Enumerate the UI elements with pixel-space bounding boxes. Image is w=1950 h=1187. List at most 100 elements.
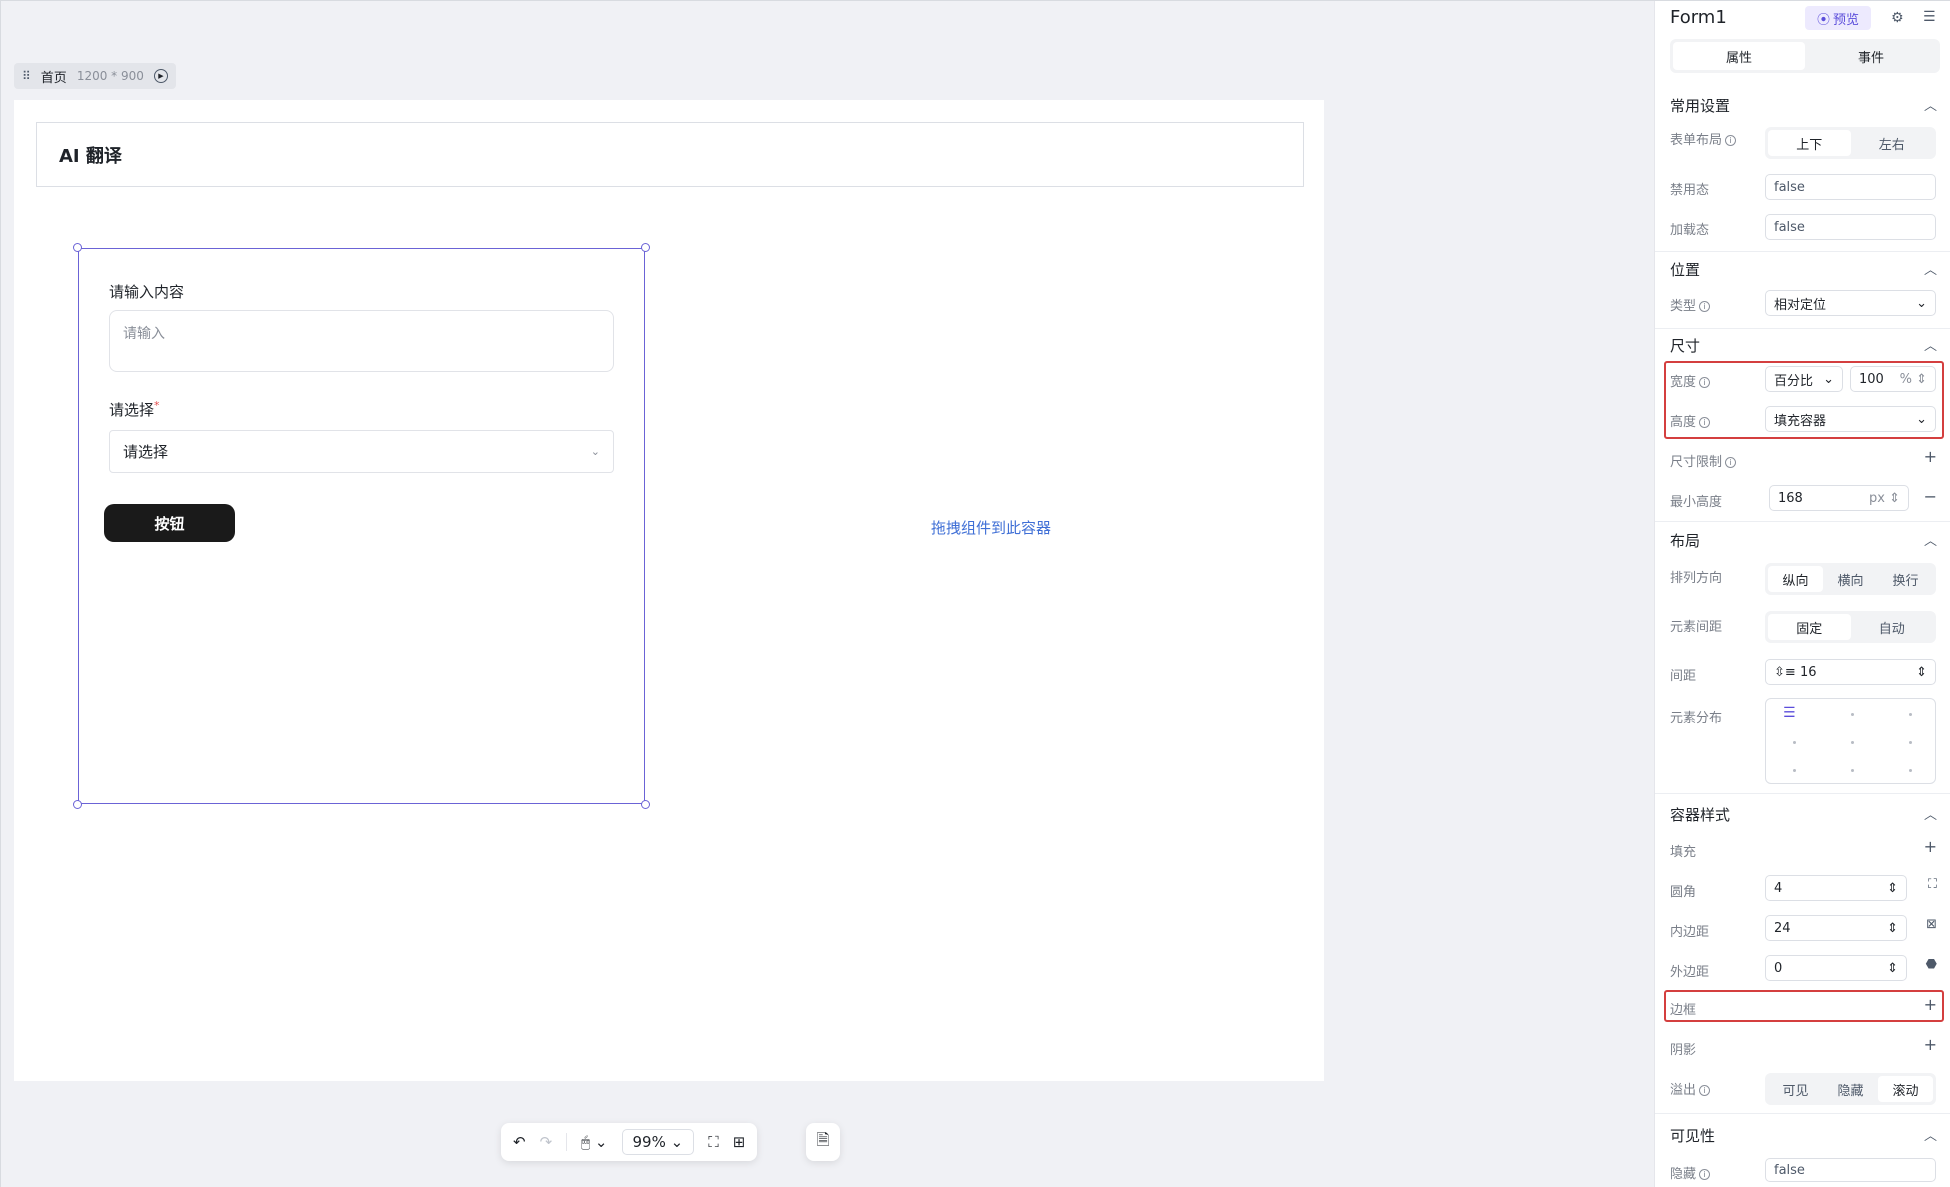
field2-label-text: 请选择 [109,401,155,419]
align-dot[interactable] [1909,741,1912,744]
height-label-text: 高度 [1670,415,1697,430]
redo-icon[interactable]: ↷ [540,1133,553,1151]
tab-events[interactable]: 事件 [1805,42,1937,70]
properties-panel: Form1 ⦿ 预览 ⚙ ☰ 属性 事件 常用设置 ︿ 表单布局 i 上下 左右 禁… [1654,1,1950,1187]
disabled-input[interactable]: false [1765,174,1936,200]
settings-icon[interactable]: ⚙ [1891,10,1904,26]
min-height-value: 168 [1778,490,1803,506]
chevron-up-icon[interactable]: ︿ [1924,530,1937,549]
padding-sides-icon[interactable]: ⊠ [1926,917,1937,932]
stepper-icon[interactable]: ⇕ [1887,881,1898,896]
padding-input[interactable]: 24 ⇕ [1765,915,1907,941]
loading-input[interactable]: false [1765,214,1936,240]
align-dot[interactable] [1793,741,1796,744]
fit-screen-icon[interactable]: ⛶ [708,1133,719,1151]
page-tab[interactable]: ⠿ 首页 1200 * 900 ▶ [14,63,176,89]
layout-vertical-option[interactable]: 上下 [1768,130,1851,156]
resize-handle-bl[interactable] [73,800,82,809]
align-dot[interactable] [1909,769,1912,772]
margin-sides-icon[interactable]: ⬣ [1926,957,1937,972]
select-input[interactable]: 请选择 ⌄ [109,430,614,473]
height-select[interactable]: 填充容器 ⌄ [1765,406,1936,432]
zoom-select[interactable]: 99% ⌄ [621,1129,695,1155]
header-container[interactable]: AI 翻译 [36,122,1304,187]
gap-input[interactable]: ⇳≡ 16 ⇕ [1765,659,1936,685]
loading-label: 加载态 [1670,223,1710,238]
form-container[interactable]: 请输入内容 请输入 请选择* 请选择 ⌄ 按钮 [73,243,650,809]
grid-icon[interactable]: ⊞ [733,1133,746,1151]
component-title: Form1 [1670,7,1727,28]
padding-label: 内边距 [1670,925,1710,940]
min-height-input[interactable]: 168 px ⇕ [1769,485,1909,511]
hidden-label-text: 隐藏 [1670,1167,1697,1182]
overflow-label: 溢出 i [1670,1079,1711,1098]
play-icon[interactable]: ▶ [153,69,168,83]
spacing-mode-label: 元素间距 [1670,620,1723,635]
mouse-icon[interactable]: 🖱︎ ⌄ [581,1133,607,1151]
form-layout-label-text: 表单布局 [1670,133,1723,148]
tab-properties[interactable]: 属性 [1673,42,1805,70]
loading-value: false [1774,219,1805,235]
export-button[interactable]: 🗎 [806,1123,840,1161]
submit-button[interactable]: 按钮 [104,504,235,542]
direction-wrap-option[interactable]: 换行 [1878,566,1933,592]
chevron-up-icon[interactable]: ︿ [1924,95,1937,114]
align-dot[interactable] [1851,769,1854,772]
chevron-down-icon: ⌄ [1823,371,1834,387]
add-border-icon[interactable]: + [1924,995,1937,1014]
stepper-icon[interactable]: ⇕ [1887,921,1898,936]
align-dot[interactable] [1793,769,1796,772]
align-top-left-icon[interactable]: ☰ [1783,705,1796,721]
add-size-limit-icon[interactable]: + [1924,447,1937,466]
spacing-auto-option[interactable]: 自动 [1851,614,1934,640]
resize-handle-tr[interactable] [641,243,650,252]
toolbar-divider [566,1133,568,1151]
section-layout: 布局 [1670,532,1701,550]
preview-button[interactable]: ⦿ 预览 [1805,6,1871,30]
corner-radius-icon[interactable]: ⛶ [1928,877,1937,892]
remove-min-height-icon[interactable]: − [1924,487,1937,506]
chevron-up-icon[interactable]: ︿ [1924,259,1937,278]
chevron-up-icon[interactable]: ︿ [1924,335,1937,354]
direction-horizontal-option[interactable]: 横向 [1823,566,1878,592]
distribution-grid[interactable]: ☰ [1765,698,1936,784]
stepper-icon[interactable]: ⇕ [1887,961,1898,976]
overflow-scroll-option[interactable]: 滚动 [1878,1076,1933,1102]
file-add-icon: 🗎 [816,1129,830,1149]
chevron-up-icon[interactable]: ︿ [1924,804,1937,823]
width-mode-select[interactable]: 百分比 ⌄ [1765,366,1843,392]
min-height-label: 最小高度 [1670,495,1723,510]
text-input[interactable]: 请输入 [109,310,614,372]
overflow-hidden-option[interactable]: 隐藏 [1823,1076,1878,1102]
drop-hint: 拖拽组件到此容器 [931,519,1052,537]
field1-label: 请输入内容 [109,283,185,301]
add-fill-icon[interactable]: + [1924,837,1937,856]
resize-handle-tl[interactable] [73,243,82,252]
disabled-value: false [1774,179,1805,195]
select-placeholder: 请选择 [123,443,169,461]
hidden-input[interactable]: false [1765,1158,1936,1182]
overflow-visible-option[interactable]: 可见 [1768,1076,1823,1102]
layout-horizontal-option[interactable]: 左右 [1851,130,1934,156]
width-label: 宽度 i [1670,371,1711,390]
align-dot[interactable] [1909,713,1912,716]
margin-input[interactable]: 0 ⇕ [1765,955,1907,981]
spacing-fixed-option[interactable]: 固定 [1768,614,1851,640]
width-input[interactable]: 100 % ⇕ [1850,366,1936,392]
position-type-select[interactable]: 相对定位 ⌄ [1765,290,1936,316]
chevron-up-icon[interactable]: ︿ [1924,1125,1937,1144]
drag-handle-icon[interactable]: ⠿ [22,69,31,83]
stepper-icon[interactable]: ⇕ [1916,665,1927,680]
undo-icon[interactable]: ↶ [513,1133,526,1151]
hidden-value: false [1774,1162,1805,1178]
align-dot[interactable] [1851,713,1854,716]
collapse-panel-icon[interactable]: ☰ [1923,9,1936,25]
chevron-down-icon: ⌄ [1916,295,1927,311]
field2-label: 请选择* [109,399,160,420]
align-dot[interactable] [1851,741,1854,744]
radius-input[interactable]: 4 ⇕ [1765,875,1907,901]
design-page[interactable]: AI 翻译 请输入内容 请输入 请选择* 请选择 ⌄ 按钮 拖拽组件到此容器 [14,100,1324,1081]
direction-vertical-option[interactable]: 纵向 [1768,566,1823,592]
add-shadow-icon[interactable]: + [1924,1035,1937,1054]
resize-handle-br[interactable] [641,800,650,809]
